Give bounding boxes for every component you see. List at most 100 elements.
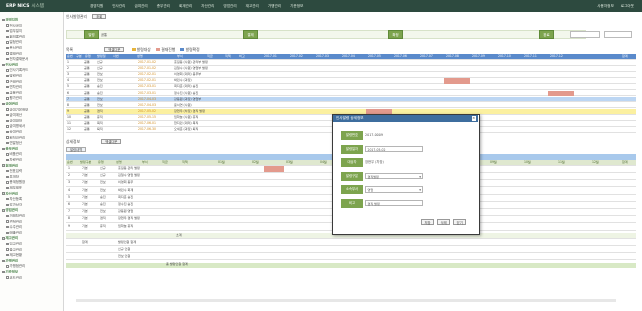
sidebar-item[interactable]: 거래처관리 <box>0 213 62 217</box>
sidebar-item[interactable]: 매출관리 <box>0 230 62 234</box>
step-button-2[interactable]: 확정 <box>388 30 403 39</box>
sidebar-item[interactable]: 전자결재문서 <box>0 56 62 61</box>
table-row[interactable]: 8 공통 전보 2017-04-03 윤서연 (사원) <box>66 103 636 109</box>
column-header[interactable]: 2017.05 <box>368 54 381 60</box>
column-header[interactable]: 순번 <box>67 160 73 166</box>
sidebar-item[interactable]: 급여기본정보 <box>0 107 62 111</box>
column-header[interactable]: 발령일 <box>97 54 106 60</box>
highlight-cell[interactable] <box>264 166 284 172</box>
nav-item-8[interactable]: 가맹관리 <box>268 4 281 9</box>
sidebar-item[interactable]: 연차관리 <box>0 84 62 89</box>
search-button[interactable]: 조회 <box>92 14 107 19</box>
column-header[interactable]: 합계 <box>622 54 628 60</box>
detail-excel-button[interactable]: 엑셀다운 <box>101 139 122 144</box>
sidebar-item[interactable]: 급여대장 <box>0 118 62 122</box>
sidebar-group[interactable]: 영업관리 <box>0 207 62 212</box>
sidebar-item[interactable]: 분개장 <box>0 174 62 178</box>
table-row[interactable]: 7 공통 전보 2017-04-03 강동원 (과장) 영업부 <box>66 96 636 103</box>
column-header[interactable]: 부서 <box>177 54 183 60</box>
sidebar-group[interactable]: 가맹관리 <box>0 258 62 262</box>
step-button-3[interactable]: 완료 <box>539 30 554 39</box>
sidebar-item[interactable]: 급여명세서 <box>0 123 62 128</box>
sidebar-item[interactable]: 교육관리 <box>0 90 62 94</box>
sidebar-item[interactable]: 총계정원장 <box>0 179 62 184</box>
column-header[interactable]: 부서 <box>142 160 148 166</box>
column-header[interactable]: 10월 <box>524 160 531 166</box>
dialog-select[interactable]: 영업 <box>365 186 423 193</box>
horizontal-scrollbar[interactable] <box>76 299 616 302</box>
column-header[interactable]: 합계 <box>622 160 628 166</box>
column-header[interactable]: 유형 <box>85 54 91 60</box>
column-header[interactable]: 2017.04 <box>342 54 355 60</box>
date-range-input-end[interactable] <box>604 31 632 38</box>
sidebar-item[interactable]: 문서관리 <box>0 45 62 49</box>
sidebar-item[interactable]: 급여계산 <box>0 112 62 117</box>
nav-item-6[interactable]: 영업관리 <box>223 4 236 9</box>
column-header[interactable]: 11월 <box>558 160 565 166</box>
sidebar-item[interactable]: 연말정산 <box>0 140 62 145</box>
sidebar-item[interactable]: 근태관리 <box>0 79 62 83</box>
sidebar-item[interactable]: 감가상각 <box>0 202 62 206</box>
sidebar-item[interactable]: 일정관리 <box>0 39 62 44</box>
table-row[interactable]: 4 공통 전보 2017-02-01 박민수 (과장) <box>66 78 636 85</box>
column-header[interactable]: 2017.02 <box>290 54 303 60</box>
tab-detail[interactable]: 발령내역 <box>66 147 87 152</box>
sidebar-group[interactable]: 재고관리 <box>0 235 62 240</box>
table-row[interactable]: 2 공통 신규 2017-01-02 김철수 (사원) 영업부 발령 <box>66 66 636 72</box>
sidebar-item[interactable]: 견적관리 <box>0 219 62 223</box>
column-header[interactable]: 2017.03 <box>316 54 329 60</box>
sidebar-item[interactable]: 상여관리 <box>0 129 62 133</box>
nav-item-9[interactable]: 기준정보 <box>290 4 303 9</box>
dialog-close-icon[interactable]: × <box>471 116 476 121</box>
nav-item-5[interactable]: 자산관리 <box>201 4 214 9</box>
column-header[interactable]: 09월 <box>490 160 497 166</box>
column-header[interactable]: 직책 <box>225 54 231 60</box>
table-row[interactable]: 5 공통 승진 2017-03-01 최지훈 (대리) 승진 <box>66 84 636 91</box>
column-header[interactable]: 순번 <box>67 54 73 60</box>
sidebar-group[interactable]: 경영지원 <box>0 17 62 21</box>
sidebar-item[interactable]: 출고관리 <box>0 247 62 251</box>
sidebar-item[interactable]: 차량관리 <box>0 157 62 161</box>
excel-download-button[interactable]: 엑셀다운 <box>104 47 125 52</box>
column-header[interactable]: 성명 <box>137 54 143 60</box>
nav-item-2[interactable]: 급여관리 <box>134 4 147 9</box>
dialog-select[interactable]: 겸직발령 <box>365 172 423 180</box>
app-logo[interactable]: ERP NICS 시스템 <box>6 3 44 9</box>
column-header[interactable]: 2017.10 <box>498 54 511 60</box>
column-header[interactable]: 01월 <box>218 160 225 166</box>
sidebar-item[interactable]: 입고관리 <box>0 241 62 245</box>
column-header[interactable]: 2017.07 <box>420 54 433 60</box>
sidebar-item[interactable]: 전표입력 <box>0 168 62 173</box>
column-header[interactable]: 2017.08 <box>446 54 459 60</box>
sidebar-item[interactable]: 자산등록 <box>0 196 62 201</box>
sidebar-item[interactable]: 발령관리 <box>0 73 62 77</box>
highlight-cell[interactable] <box>548 90 574 96</box>
sidebar-item[interactable]: 평가관리 <box>0 95 62 100</box>
nav-item-1[interactable]: 인사관리 <box>112 4 125 9</box>
column-header[interactable]: 2017.12 <box>550 54 563 60</box>
dialog-input[interactable]: 겸직 발령 <box>365 199 423 207</box>
step-button-1[interactable]: 결재 <box>243 30 258 39</box>
dialog-close-button[interactable]: 닫기 <box>453 219 467 225</box>
column-header[interactable]: 직급 <box>207 54 213 60</box>
sidebar-group[interactable]: 기준정보 <box>0 269 62 273</box>
dialog-input[interactable]: 2017-05-02 <box>365 145 423 153</box>
column-header[interactable]: 발령구분 <box>80 160 91 166</box>
nav-item-0[interactable]: 경영지원 <box>90 4 103 9</box>
sidebar-group[interactable]: 자산관리 <box>0 191 62 195</box>
sidebar-group[interactable]: 총무관리 <box>0 146 62 150</box>
sidebar-item[interactable]: 비품관리 <box>0 151 62 156</box>
nav-item-4[interactable]: 회계관리 <box>179 4 192 9</box>
column-header[interactable]: 직책 <box>182 160 188 166</box>
dialog-save-button[interactable]: 저장 <box>421 219 435 225</box>
column-header[interactable]: 2017.01 <box>264 54 277 60</box>
sidebar-item[interactable]: 결재관리 <box>0 51 62 55</box>
column-header[interactable]: 12월 <box>592 160 599 166</box>
header-link-1[interactable]: 로그아웃 <box>621 4 634 9</box>
sidebar-item[interactable]: 코드관리 <box>0 275 62 279</box>
column-header[interactable]: 2017.09 <box>472 54 485 60</box>
column-header[interactable]: 비고 <box>239 54 245 60</box>
sidebar-item[interactable]: 수주관리 <box>0 224 62 229</box>
column-header[interactable]: 02월 <box>252 160 259 166</box>
sidebar-item[interactable]: 인사기록카드 <box>0 67 62 72</box>
